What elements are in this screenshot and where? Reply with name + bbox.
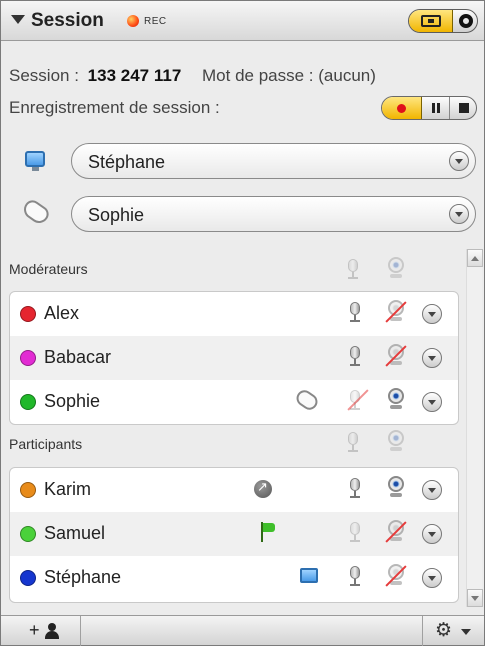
- status-away-icon: [254, 480, 272, 498]
- list-item[interactable]: Karim: [10, 468, 458, 512]
- recording-label: Enregistrement de session :: [9, 98, 220, 117]
- user-name: Stéphane: [44, 567, 122, 587]
- popout-icon: [421, 15, 441, 27]
- microphone-icon[interactable]: [348, 478, 362, 500]
- webcam-icon: [386, 430, 406, 454]
- user-name: Babacar: [44, 347, 112, 367]
- list-item[interactable]: Babacar: [10, 336, 458, 380]
- user-color-dot: [20, 306, 36, 322]
- list-item[interactable]: Stéphane: [10, 556, 458, 600]
- user-name: Alex: [44, 303, 80, 323]
- header-controls: [408, 9, 478, 33]
- chevron-down-icon[interactable]: [422, 480, 442, 500]
- webcam-icon: [386, 257, 406, 281]
- user-name: Karim: [44, 479, 92, 499]
- user-color-dot: [20, 526, 36, 542]
- controller-value: Sophie: [88, 205, 145, 225]
- participants-header-icons: [346, 430, 406, 454]
- chevron-down-icon[interactable]: [449, 204, 469, 224]
- password-text: Mot de passe : (aucun): [202, 66, 376, 85]
- microphone-icon[interactable]: [348, 346, 362, 368]
- chevron-down-icon[interactable]: [422, 524, 442, 544]
- chevron-down-icon[interactable]: [422, 392, 442, 412]
- mouse-control-icon: [293, 387, 321, 413]
- collapse-triangle-icon[interactable]: [11, 15, 25, 24]
- recording-controls: [381, 96, 477, 120]
- session-header: Session REC: [1, 1, 484, 41]
- moderators-list: Alex Babacar Sophie: [9, 291, 459, 425]
- webcam-icon[interactable]: [386, 388, 406, 412]
- webcam-off-icon[interactable]: [386, 300, 406, 324]
- green-flag-icon: [260, 522, 276, 542]
- microphone-icon[interactable]: [348, 566, 362, 588]
- user-color-dot: [20, 394, 36, 410]
- list-item[interactable]: Sophie: [10, 380, 458, 424]
- list-item[interactable]: Alex: [10, 292, 458, 336]
- user-color-dot: [20, 350, 36, 366]
- recording-indicator-icon: [127, 15, 139, 27]
- mouse-control-icon: [20, 197, 52, 227]
- session-label: Session :: [9, 66, 79, 85]
- participants-label: Participants: [9, 436, 83, 452]
- options-circle-icon: [459, 14, 473, 28]
- chevron-down-icon: [461, 629, 471, 635]
- record-button[interactable]: [382, 97, 422, 119]
- stop-button[interactable]: [450, 97, 476, 119]
- add-label: +: [29, 620, 40, 640]
- session-id: 133 247 117: [87, 66, 182, 85]
- rec-label: REC: [144, 16, 167, 27]
- user-name: Samuel: [44, 523, 106, 543]
- microphone-icon: [346, 432, 360, 454]
- user-icon: [45, 623, 59, 639]
- panel-footer: + ⚙: [1, 615, 484, 646]
- user-name: Sophie: [44, 391, 101, 411]
- scroll-down-icon[interactable]: [467, 589, 483, 607]
- microphone-icon: [346, 259, 360, 281]
- session-panel: Session REC Session : 133 247 117 Mot de…: [0, 0, 485, 646]
- scroll-up-icon[interactable]: [467, 249, 483, 267]
- list-item[interactable]: Samuel: [10, 512, 458, 556]
- settings-menu-button[interactable]: ⚙: [422, 616, 484, 646]
- pause-button[interactable]: [422, 97, 450, 119]
- webcam-off-icon[interactable]: [386, 344, 406, 368]
- webcam-off-icon[interactable]: [386, 564, 406, 588]
- presenter-screen-icon: [300, 568, 318, 583]
- presenter-value: Stéphane: [88, 152, 166, 172]
- controller-selector[interactable]: Sophie: [71, 196, 476, 232]
- gear-icon: ⚙: [435, 619, 453, 641]
- presenter-screen-icon: [25, 151, 45, 171]
- webcam-icon[interactable]: [386, 476, 406, 500]
- chevron-down-icon[interactable]: [422, 568, 442, 588]
- moderators-label: Modérateurs: [9, 261, 88, 277]
- add-user-button[interactable]: +: [1, 616, 81, 646]
- webcam-off-icon[interactable]: [386, 520, 406, 544]
- panel-title: Session: [31, 10, 104, 31]
- user-color-dot: [20, 482, 36, 498]
- chevron-down-icon[interactable]: [422, 348, 442, 368]
- user-color-dot: [20, 570, 36, 586]
- presenter-selector[interactable]: Stéphane: [71, 143, 476, 179]
- chevron-down-icon[interactable]: [422, 304, 442, 324]
- microphone-muted-slash-icon: [348, 388, 368, 412]
- microphone-icon[interactable]: [348, 302, 362, 324]
- session-info-line: Session : 133 247 117 Mot de passe : (au…: [9, 66, 376, 86]
- list-scrollbar[interactable]: [466, 249, 483, 607]
- moderators-header-icons: [346, 257, 406, 281]
- chevron-down-icon[interactable]: [449, 151, 469, 171]
- popout-button[interactable]: [409, 10, 453, 32]
- panel-options-button[interactable]: [453, 10, 477, 32]
- participants-list: Karim Samuel Stéphane: [9, 467, 459, 603]
- microphone-icon[interactable]: [348, 522, 362, 544]
